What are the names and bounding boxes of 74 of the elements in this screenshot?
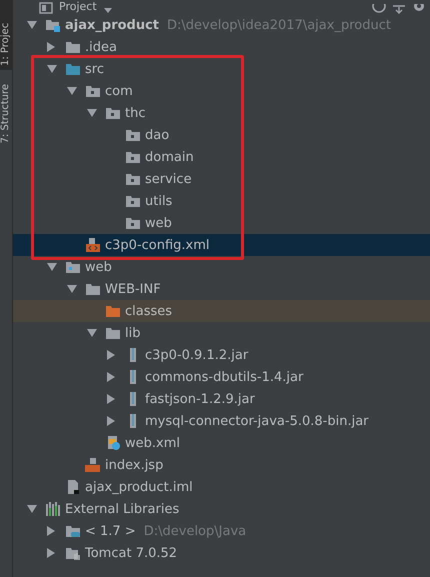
expanded-arrow-icon[interactable] xyxy=(87,109,97,117)
node-label: dao xyxy=(145,128,170,142)
tree-row[interactable]: .idea xyxy=(13,36,430,58)
tree-row[interactable]: c3p0-0.9.1.2.jar xyxy=(13,344,430,366)
tree-row[interactable]: WEB-INF xyxy=(13,278,430,300)
tree-row[interactable]: src xyxy=(13,58,430,80)
node-label: classes xyxy=(125,304,172,318)
expanded-arrow-icon[interactable] xyxy=(67,285,77,293)
node-label: Tomcat 7.0.52 xyxy=(85,546,178,560)
collapsed-arrow-icon[interactable] xyxy=(47,526,55,536)
tree-row[interactable]: classes xyxy=(13,300,430,322)
tree-row[interactable]: Tomcat 7.0.52 xyxy=(13,542,430,564)
expanded-arrow-icon[interactable] xyxy=(47,65,57,73)
settings-icon[interactable] xyxy=(412,4,426,14)
node-label: External Libraries xyxy=(65,502,180,516)
node-label: src xyxy=(85,62,104,76)
node-label: web.xml xyxy=(125,436,180,450)
tree-row[interactable]: utils xyxy=(13,190,430,212)
node-label: ajax_product.iml xyxy=(85,480,193,494)
collapsed-arrow-icon[interactable] xyxy=(107,372,115,382)
side-tab[interactable]: 7: Structure xyxy=(0,80,12,148)
caret-icon[interactable] xyxy=(102,8,113,14)
tree-row[interactable]: External Libraries xyxy=(13,498,430,520)
node-label: lib xyxy=(125,326,140,340)
tree-row[interactable]: mysql-connector-java-5.0.8-bin.jar xyxy=(13,410,430,432)
node-label: web xyxy=(145,216,172,230)
expanded-arrow-icon[interactable] xyxy=(87,329,97,337)
tree-row[interactable]: ajax_product D:\develop\idea2017\ajax_product xyxy=(13,14,430,36)
collapsed-arrow-icon[interactable] xyxy=(107,416,115,426)
node-label: ajax_product xyxy=(65,18,160,32)
collapse-icon[interactable] xyxy=(392,4,406,14)
node-label: service xyxy=(145,172,192,186)
tree-row[interactable]: service xyxy=(13,168,430,190)
tree-row[interactable]: index.jsp xyxy=(13,454,430,476)
node-label: .idea xyxy=(85,40,117,54)
tree-row[interactable]: commons-dbutils-1.4.jar xyxy=(13,366,430,388)
expanded-arrow-icon[interactable] xyxy=(47,263,57,271)
collapsed-arrow-icon[interactable] xyxy=(47,548,55,558)
node-label: com xyxy=(105,84,133,98)
tree-row[interactable]: c3p0-config.xml xyxy=(13,234,430,256)
tree-row[interactable]: dao xyxy=(13,124,430,146)
node-label: c3p0-config.xml xyxy=(105,238,210,252)
node-path: D:\develop\Java xyxy=(144,524,246,538)
node-label: < 1.7 > xyxy=(85,524,136,538)
collapsed-arrow-icon[interactable] xyxy=(47,42,55,52)
panel-icon xyxy=(39,2,53,14)
node-label: commons-dbutils-1.4.jar xyxy=(145,370,304,384)
expanded-arrow-icon[interactable] xyxy=(27,505,37,513)
side-tab[interactable]: 1: Projec xyxy=(0,0,12,70)
node-label: WEB-INF xyxy=(105,282,161,296)
tree-row[interactable]: web xyxy=(13,256,430,278)
expanded-arrow-icon[interactable] xyxy=(27,21,37,29)
tree-row[interactable]: fastjson-1.2.9.jar xyxy=(13,388,430,410)
node-label: web xyxy=(85,260,112,274)
tree-row[interactable]: < 1.7 > D:\develop\Java xyxy=(13,520,430,542)
tree-row[interactable]: com xyxy=(13,80,430,102)
expanded-arrow-icon[interactable] xyxy=(67,87,77,95)
node-label: mysql-connector-java-5.0.8-bin.jar xyxy=(145,414,369,428)
collapsed-arrow-icon[interactable] xyxy=(107,350,115,360)
node-label: index.jsp xyxy=(105,458,164,472)
tree-row[interactable]: ajax_product.iml xyxy=(13,476,430,498)
panel-title[interactable]: Project xyxy=(59,1,97,13)
collapsed-arrow-icon[interactable] xyxy=(107,394,115,404)
node-label: utils xyxy=(145,194,172,208)
tree-row[interactable]: web.xml xyxy=(13,432,430,454)
node-label: c3p0-0.9.1.2.jar xyxy=(145,348,248,362)
node-label: thc xyxy=(125,106,146,120)
tree-row[interactable]: lib xyxy=(13,322,430,344)
tree-row[interactable]: thc xyxy=(13,102,430,124)
node-label: domain xyxy=(145,150,194,164)
node-label: fastjson-1.2.9.jar xyxy=(145,392,255,406)
node-path: D:\develop\idea2017\ajax_product xyxy=(167,18,391,32)
tree-row[interactable]: domain xyxy=(13,146,430,168)
tree-row[interactable]: web xyxy=(13,212,430,234)
